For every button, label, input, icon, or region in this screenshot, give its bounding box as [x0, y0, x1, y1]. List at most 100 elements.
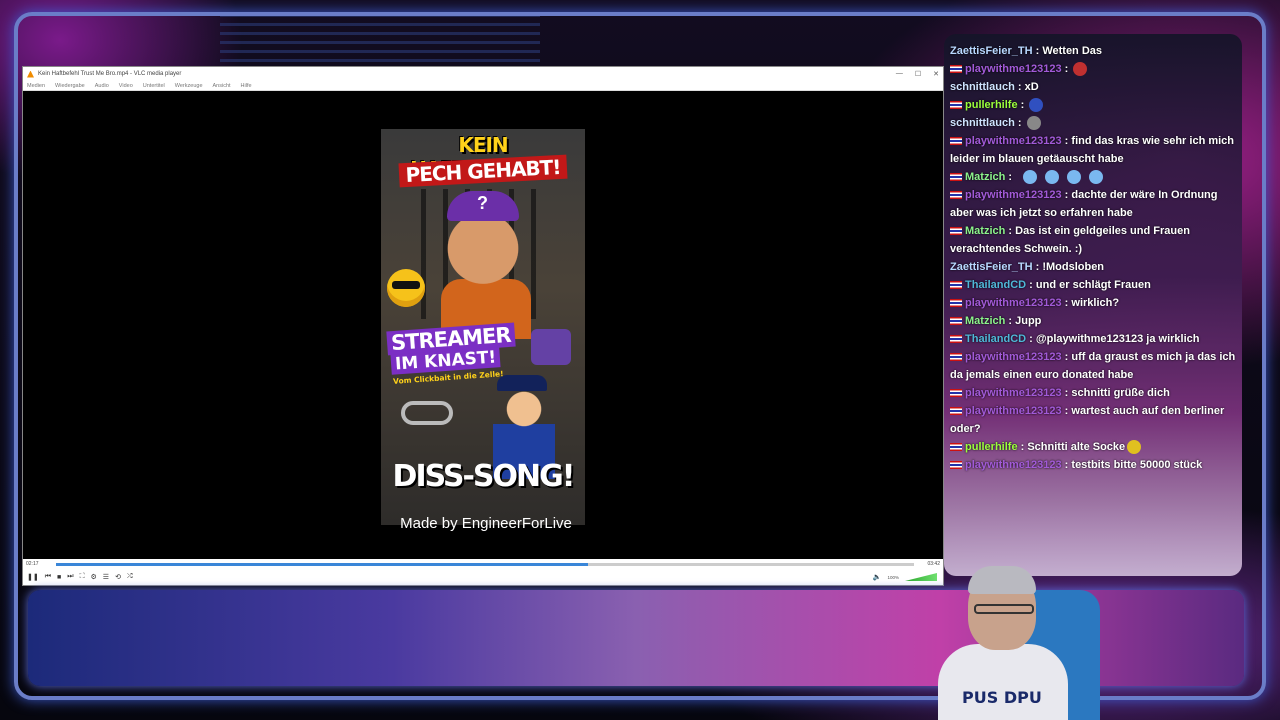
webcam-feed: PUS DPU	[928, 560, 1128, 720]
twitch-logo-icon	[531, 329, 571, 365]
shirt-print: PUS DPU	[962, 688, 1042, 707]
thai-flag-icon	[950, 389, 962, 398]
chat-separator: :	[1061, 297, 1072, 309]
chat-username[interactable]: playwithme123123	[965, 387, 1062, 399]
thai-flag-icon	[950, 191, 962, 200]
chat-text: Wetten Das	[1042, 45, 1103, 57]
chat-username[interactable]: ZaettisFeier_TH	[950, 45, 1033, 57]
menu-audio[interactable]: Audio	[95, 83, 109, 89]
minimize-button[interactable]: —	[896, 70, 903, 78]
thai-flag-icon	[950, 299, 962, 308]
chat-text: xD	[1024, 81, 1039, 93]
menu-werkzeuge[interactable]: Werkzeuge	[175, 83, 203, 89]
emote-icon	[1073, 62, 1088, 77]
shuffle-icon[interactable]: ⤮	[127, 573, 133, 581]
chat-message: playwithme123123 : wartest auch auf den …	[944, 402, 1242, 438]
chat-username[interactable]: playwithme123123	[965, 405, 1062, 417]
chat-separator: :	[1061, 189, 1072, 201]
chat-message: playwithme123123 : testbits bitte 50000 …	[944, 456, 1242, 474]
chat-separator: :	[1061, 351, 1072, 363]
chat-separator: :	[1005, 171, 1016, 183]
chat-username[interactable]: Matzich	[965, 225, 1005, 237]
video-caption: Made by EngineerForLive	[400, 515, 572, 532]
seek-progress	[56, 562, 588, 566]
chat-separator: :	[1061, 135, 1072, 147]
thai-flag-icon	[950, 335, 962, 344]
window-title: Kein Haftbefehl Trust Me Bro.mp4 - VLC m…	[38, 71, 182, 77]
glasses-icon	[974, 604, 1034, 614]
chat-username[interactable]: schnittlauch	[950, 117, 1015, 129]
chat-username[interactable]: playwithme123123	[965, 63, 1062, 75]
extended-settings-icon[interactable]: ⚙	[91, 573, 97, 581]
menu-wiedergabe[interactable]: Wiedergabe	[55, 83, 85, 89]
chat-username[interactable]: playwithme123123	[965, 189, 1062, 201]
control-bar: ❚❚ ⏮ ■ ⏭ ⛶ ⚙ ☰ ⟲ ⤮ 🔈 100%	[23, 569, 943, 585]
chat-separator: :	[1061, 405, 1072, 417]
chat-message: schnittlauch :	[944, 114, 1242, 132]
menu-video[interactable]: Video	[119, 83, 133, 89]
menu-untertitel[interactable]: Untertitel	[143, 83, 165, 89]
poster-diss-song: DISS-SONG!	[392, 459, 576, 494]
question-mark-icon: ?	[477, 193, 488, 213]
chat-username[interactable]: pullerhilfe	[965, 99, 1018, 111]
thai-flag-icon	[950, 227, 962, 236]
thai-flag-icon	[950, 461, 962, 470]
song-poster: ? KEIN HAFTBEFEHL? PECH GEHABT! STREAMER…	[381, 129, 585, 525]
chat-separator: :	[1061, 459, 1072, 471]
fullscreen-icon[interactable]: ⛶	[80, 573, 85, 581]
chat-username[interactable]: playwithme123123	[965, 459, 1062, 471]
speaker-icon[interactable]: 🔈	[873, 573, 882, 581]
chat-message: pullerhilfe :	[944, 96, 1242, 114]
chat-message: playwithme123123 : wirklich?	[944, 294, 1242, 312]
loop-icon[interactable]: ⟲	[115, 573, 121, 581]
next-icon[interactable]: ⏭	[67, 573, 73, 581]
previous-icon[interactable]: ⏮	[45, 573, 51, 581]
butterfly-emote-icon	[1023, 170, 1038, 185]
chat-separator: :	[1005, 315, 1016, 327]
chat-text: wirklich?	[1071, 297, 1120, 309]
chat-username[interactable]: ZaettisFeier_TH	[950, 261, 1033, 273]
chat-message: Matzich :	[944, 168, 1242, 186]
chat-message: playwithme123123 : uff da graust es mich…	[944, 348, 1242, 384]
chat-separator: :	[1014, 117, 1025, 129]
menu-hilfe[interactable]: Hilfe	[241, 83, 252, 89]
chat-username[interactable]: pullerhilfe	[965, 441, 1018, 453]
seek-bar[interactable]	[56, 562, 914, 566]
chat-separator: :	[1026, 279, 1036, 291]
chat-message: ZaettisFeier_TH : !Modsloben	[944, 258, 1242, 276]
menu-ansicht[interactable]: Ansicht	[213, 83, 231, 89]
close-button[interactable]: ✕	[933, 70, 939, 78]
video-area[interactable]: ? KEIN HAFTBEFEHL? PECH GEHABT! STREAMER…	[23, 91, 943, 559]
chat-text: schnitti grüße dich	[1071, 387, 1170, 399]
maximize-button[interactable]: ☐	[915, 70, 921, 78]
chat-panel: ZaettisFeier_TH : Wetten Das playwithme12…	[944, 34, 1242, 576]
chat-username[interactable]: Matzich	[965, 171, 1005, 183]
thai-flag-icon	[950, 407, 962, 416]
chat-separator: :	[1061, 63, 1072, 75]
chat-username[interactable]: playwithme123123	[965, 351, 1062, 363]
playlist-icon[interactable]: ☰	[103, 573, 109, 581]
chat-username[interactable]: playwithme123123	[965, 297, 1062, 309]
thai-flag-icon	[950, 101, 962, 110]
emote-icon	[1127, 440, 1142, 455]
chat-text: und er schlägt Frauen	[1035, 279, 1151, 291]
chat-separator: :	[1017, 99, 1028, 111]
pause-icon[interactable]: ❚❚	[27, 573, 39, 581]
thai-flag-icon	[950, 137, 962, 146]
handcuffs-icon	[401, 401, 453, 425]
menu-medien[interactable]: Medien	[27, 83, 45, 89]
chat-username[interactable]: Matzich	[965, 315, 1005, 327]
chat-message: ZaettisFeier_TH : Wetten Das	[944, 42, 1242, 60]
chat-message: playwithme123123 : dachte der wäre In Or…	[944, 186, 1242, 222]
chat-message: playwithme123123 : schnitti grüße dich	[944, 384, 1242, 402]
chat-message: playwithme123123 :	[944, 60, 1242, 78]
chat-username[interactable]: schnittlauch	[950, 81, 1015, 93]
chat-text: !Modsloben	[1042, 261, 1105, 273]
chat-username[interactable]: ThailandCD	[965, 333, 1026, 345]
chat-username[interactable]: ThailandCD	[965, 279, 1026, 291]
stop-icon[interactable]: ■	[57, 574, 61, 581]
chat-username[interactable]: playwithme123123	[965, 135, 1062, 147]
chat-separator: :	[1026, 333, 1036, 345]
chat-message: playwithme123123 : find das kras wie seh…	[944, 132, 1242, 168]
butterfly-emote-icon	[1045, 170, 1060, 185]
